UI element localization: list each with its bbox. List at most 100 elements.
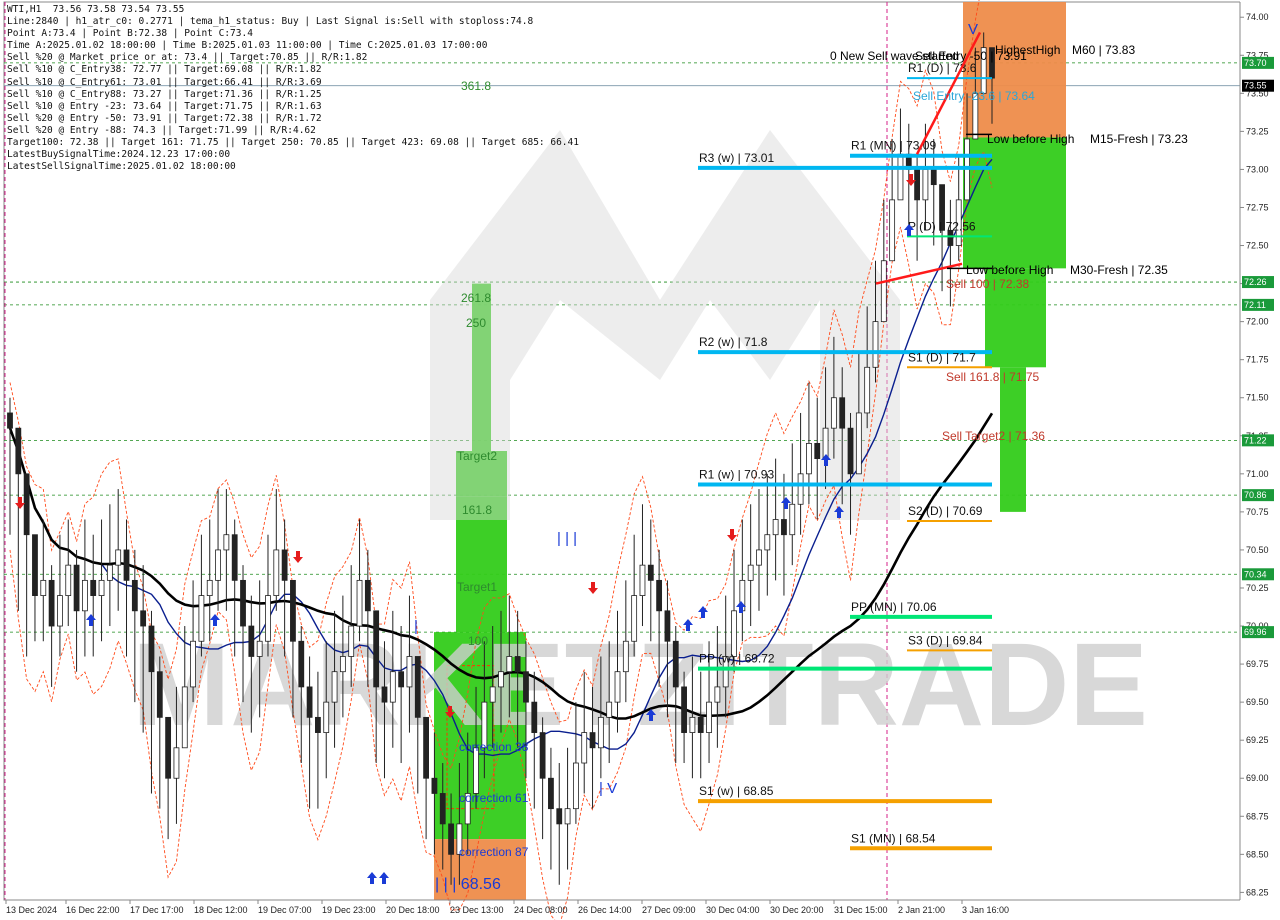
candle-body [922,169,929,201]
candle-body [914,169,921,201]
candle-body [406,656,413,688]
candle-body [281,549,288,581]
candle-body [589,732,596,749]
candle-body [847,427,854,475]
chart-annotation: Sell 100 | 72.38 [946,277,1030,291]
x-tick-label: 17 Dec 17:00 [130,905,184,915]
candle-body [98,579,105,596]
candle-body [548,777,554,810]
info-line: Sell %10 @ C_Entry61: 73.01 || Target:66… [7,76,322,88]
chart-annotation: M15-Fresh | 73.23 [1090,132,1188,146]
info-line: Sell %20 @ Entry -88: 74.3 || Target:71.… [7,124,316,136]
candle-body [331,671,338,703]
y-tick-label: 68.25 [1246,887,1269,897]
candle-body [498,671,504,688]
candle-body [173,747,180,779]
candle-body [473,747,479,794]
info-line: LatestBuySignalTime:2024.12.23 17:00:00 [7,149,231,161]
candle-body [781,519,787,536]
info-line: Sell %20 @ Entry -50: 73.91 || Target:72… [7,112,322,124]
x-tick-label: 19 Dec 23:00 [322,905,376,915]
candle-body [148,625,155,673]
chart-annotation: 250 [466,316,486,330]
candle-body [880,260,887,323]
candle-body [506,656,513,673]
pivot-level-label: R1 (w) | 70.93 [699,467,774,481]
signal-zone [963,2,1066,138]
candle-body [622,640,629,673]
candle-body [872,321,879,368]
candle-body [248,625,255,657]
chart-annotation: Target2 [457,449,497,463]
info-panel: WTI,H1 73.56 73.58 73.54 73.55 Line:2840 … [7,4,579,173]
candle-body [814,442,821,460]
candle-body [539,732,546,779]
candle-body [23,473,30,536]
x-tick-label: 31 Dec 15:00 [834,905,888,915]
y-tick-label: 69.25 [1246,735,1269,745]
candle-body [231,534,238,581]
candle-body [15,427,22,475]
info-line: Sell %20 @ Market price or at: 73.4 || T… [7,52,368,64]
chart-annotation: | V [599,780,617,797]
candle-body [606,701,613,718]
chart-annotation: 261.8 [461,291,491,305]
chart-annotation: Sell Target2 | 71.36 [942,429,1045,443]
candle-body [165,716,172,779]
candle-body [864,366,871,414]
pivot-level-label: PP (w) | 69.72 [699,652,775,666]
candle-body [106,564,113,581]
info-line: Sell %10 @ C_Entry38: 72.77 || Target:69… [7,64,322,76]
candle-body [806,442,812,475]
candle-body [672,640,679,688]
candle-body [531,701,538,733]
candle-body [930,169,937,186]
candle-body [706,701,712,733]
last-price-label: 73.55 [1244,81,1267,91]
chart-annotation: HighestHigh [995,43,1060,57]
info-line: Line:2840 | h1_atr_c0: 0.2771 | tema_h1_… [7,16,534,28]
x-tick-label: 26 Dec 14:00 [578,905,632,915]
candle-body [40,579,47,596]
candle-body [764,534,771,551]
x-tick-label: 24 Dec 08:00 [514,905,568,915]
candle-body [381,686,388,703]
price-tag-label: 70.34 [1244,569,1267,579]
candle-body [73,564,80,612]
candle-body [647,564,654,581]
candle-body [223,534,230,551]
chart-annotation: Low before High [987,132,1074,146]
y-tick-label: 71.75 [1246,355,1269,365]
candle-body [306,686,313,718]
candle-body [756,549,762,566]
chart-annotation: M30-Fresh | 72.35 [1070,263,1168,277]
candle-body [290,579,296,642]
candle-body [656,579,663,612]
candle-body [364,579,371,612]
info-line: Sell %10 @ Entry -23: 73.64 || Target:71… [7,100,322,112]
candle-body [398,671,405,688]
y-tick-label: 71.00 [1246,469,1269,479]
candle-body [423,716,430,779]
pivot-level-label: R1 (D) | 73.6 [908,61,977,75]
candle-body [348,625,355,657]
chart-annotation: Low before High [966,263,1053,277]
chart-annotation: V [968,21,978,38]
pivot-level-label: S1 (MN) | 68.54 [851,831,936,845]
candle-body [315,716,321,733]
pivot-level-label: S1 (w) | 68.85 [699,784,774,798]
x-tick-label: 13 Dec 2024 [6,905,57,915]
x-tick-label: 18 Dec 12:00 [194,905,248,915]
candle-body [664,610,671,642]
candle-body [90,579,97,596]
candle-body [48,579,55,627]
candle-body [81,579,88,612]
info-line: Sell %10 @ C_Entry88: 73.27 || Target:71… [7,88,322,100]
candle-body [414,656,421,718]
candle-body [614,671,621,703]
candle-body [356,579,363,627]
y-tick-label: 70.25 [1246,583,1269,593]
candle-body [181,686,188,749]
candle-body [115,549,122,566]
pivot-level-label: S3 (D) | 69.84 [908,633,983,647]
